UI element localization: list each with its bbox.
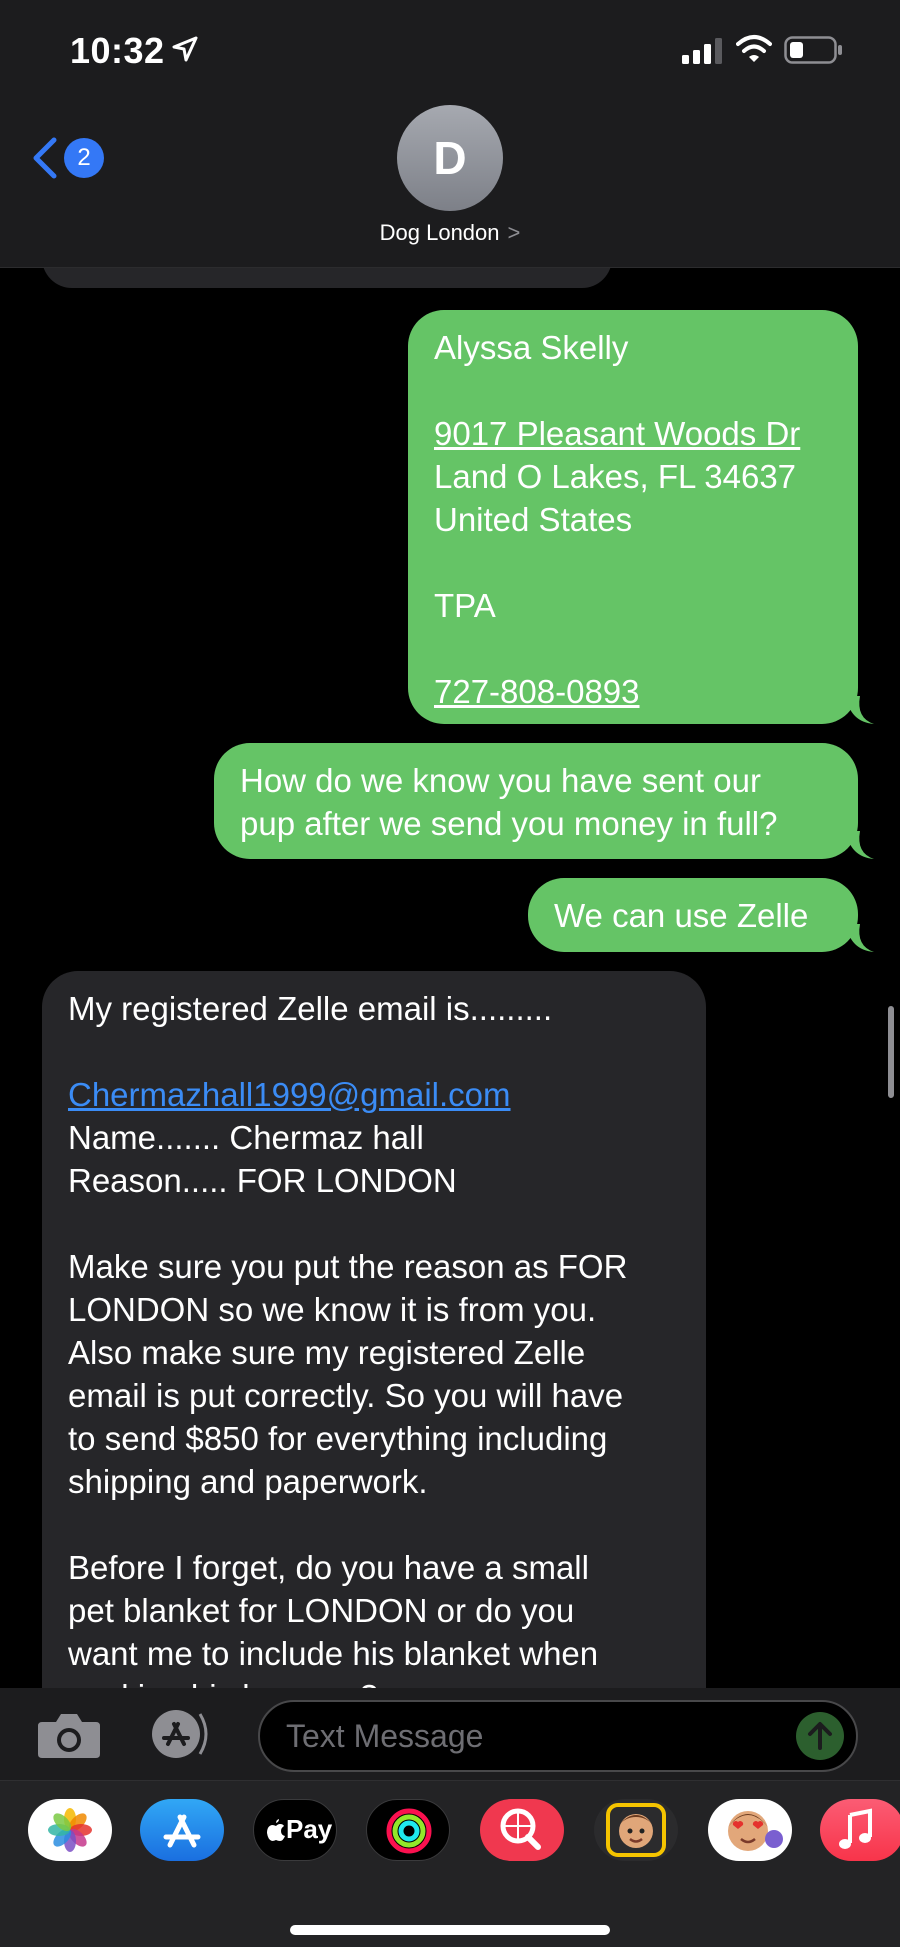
message-line: packing his luggage? — [68, 1675, 680, 1688]
app-store-icon — [163, 1814, 201, 1848]
message-line: My registered Zelle email is......... — [68, 990, 553, 1027]
previous-message-bubble[interactable] — [42, 268, 612, 288]
location-arrow-icon — [172, 36, 198, 62]
message-thread[interactable]: Alyssa Skelly 9017 Pleasant Woods Dr Lan… — [0, 268, 900, 1688]
app-store-app-button[interactable] — [140, 1799, 224, 1861]
bubble-tail — [846, 924, 874, 952]
music-icon — [839, 1808, 872, 1849]
message-line: LONDON so we know it is from you. — [68, 1291, 597, 1328]
message-line: Reason..... FOR LONDON — [68, 1162, 457, 1199]
message-line — [434, 369, 832, 412]
outgoing-message-bubble[interactable]: We can use Zelle — [528, 878, 858, 952]
address-link[interactable]: Land O Lakes, FL 34637 — [434, 455, 832, 498]
photos-app-button[interactable] — [28, 1799, 112, 1861]
message-line: Name....... Chermaz hall — [68, 1119, 424, 1156]
message-line — [434, 627, 832, 670]
message-input[interactable] — [286, 1702, 766, 1770]
contact-name-button[interactable]: Dog London > — [0, 220, 900, 246]
status-time: 10:32 — [70, 30, 165, 71]
back-button[interactable]: 2 — [30, 132, 110, 184]
app-store-icon[interactable] — [146, 1708, 222, 1760]
apple-logo-icon — [267, 1819, 285, 1841]
message-line: shipping and paperwork. — [68, 1463, 428, 1500]
activity-icon — [386, 1808, 432, 1854]
apple-pay-app-button[interactable]: Pay — [253, 1799, 337, 1861]
apple-pay-label: Pay — [286, 1814, 333, 1844]
imessage-app-drawer: Pay — [0, 1780, 900, 1947]
message-line: want me to include his blanket when — [68, 1635, 599, 1672]
search-images-icon — [500, 1808, 541, 1850]
cellular-signal-icon — [682, 38, 722, 64]
battery-icon — [784, 36, 842, 64]
outgoing-message-bubble[interactable]: Alyssa Skelly 9017 Pleasant Woods Dr Lan… — [408, 310, 858, 724]
memoji-app-button[interactable] — [594, 1799, 678, 1861]
message-line: to send $850 for everything including — [68, 1420, 608, 1457]
contact-avatar[interactable]: D — [397, 105, 503, 211]
activity-app-button[interactable] — [366, 1799, 450, 1861]
compose-bar — [0, 1688, 900, 1780]
memoji-stickers-app-button[interactable] — [708, 1799, 792, 1861]
message-line — [434, 541, 832, 584]
address-link[interactable]: 9017 Pleasant Woods Dr — [434, 412, 832, 455]
chevron-right-icon: > — [507, 220, 521, 245]
message-line: Before I forget, do you have a small — [68, 1549, 589, 1586]
message-line: Also make sure my registered Zelle — [68, 1334, 586, 1371]
message-line: How do we know you have sent our — [240, 762, 761, 799]
bubble-tail — [846, 696, 874, 724]
scroll-indicator[interactable] — [888, 1006, 894, 1098]
chevron-left-icon — [33, 137, 57, 179]
unread-badge: 2 — [64, 138, 104, 178]
music-app-button[interactable] — [820, 1799, 900, 1861]
wifi-icon — [736, 35, 772, 62]
memoji-icon — [606, 1803, 666, 1857]
animoji-stickers-icon — [728, 1811, 783, 1851]
photos-icon — [48, 1808, 92, 1852]
message-line: We can use Zelle — [554, 897, 809, 934]
message-line — [68, 1202, 680, 1245]
bubble-tail — [846, 831, 874, 859]
camera-icon[interactable] — [36, 1710, 102, 1760]
message-line: TPA — [434, 587, 496, 624]
image-search-app-button[interactable] — [480, 1799, 564, 1861]
incoming-message-bubble[interactable]: My registered Zelle email is......... Ch… — [42, 971, 706, 1688]
conversation-header: 10:32 2 D Dog London > — [0, 0, 900, 268]
phone-number-link[interactable]: 727-808-0893 — [434, 670, 832, 713]
arrow-up-icon — [808, 1722, 832, 1750]
email-link[interactable]: Chermazhall1999@gmail.com — [68, 1073, 680, 1116]
message-line: Alyssa Skelly — [434, 329, 629, 366]
home-indicator[interactable] — [290, 1925, 610, 1935]
message-line — [68, 1030, 680, 1073]
message-line: email is put correctly. So you will have — [68, 1377, 624, 1414]
outgoing-message-bubble[interactable]: How do we know you have sent our pup aft… — [214, 743, 858, 859]
message-line: United States — [434, 501, 633, 538]
send-button[interactable] — [796, 1712, 844, 1760]
message-line: pet blanket for LONDON or do you — [68, 1592, 575, 1629]
message-line: Make sure you put the reason as FOR — [68, 1248, 628, 1285]
message-line — [68, 1503, 680, 1546]
message-line: pup after we send you money in full? — [240, 805, 778, 842]
contact-name: Dog London — [379, 220, 500, 245]
message-input-field[interactable] — [258, 1700, 858, 1772]
